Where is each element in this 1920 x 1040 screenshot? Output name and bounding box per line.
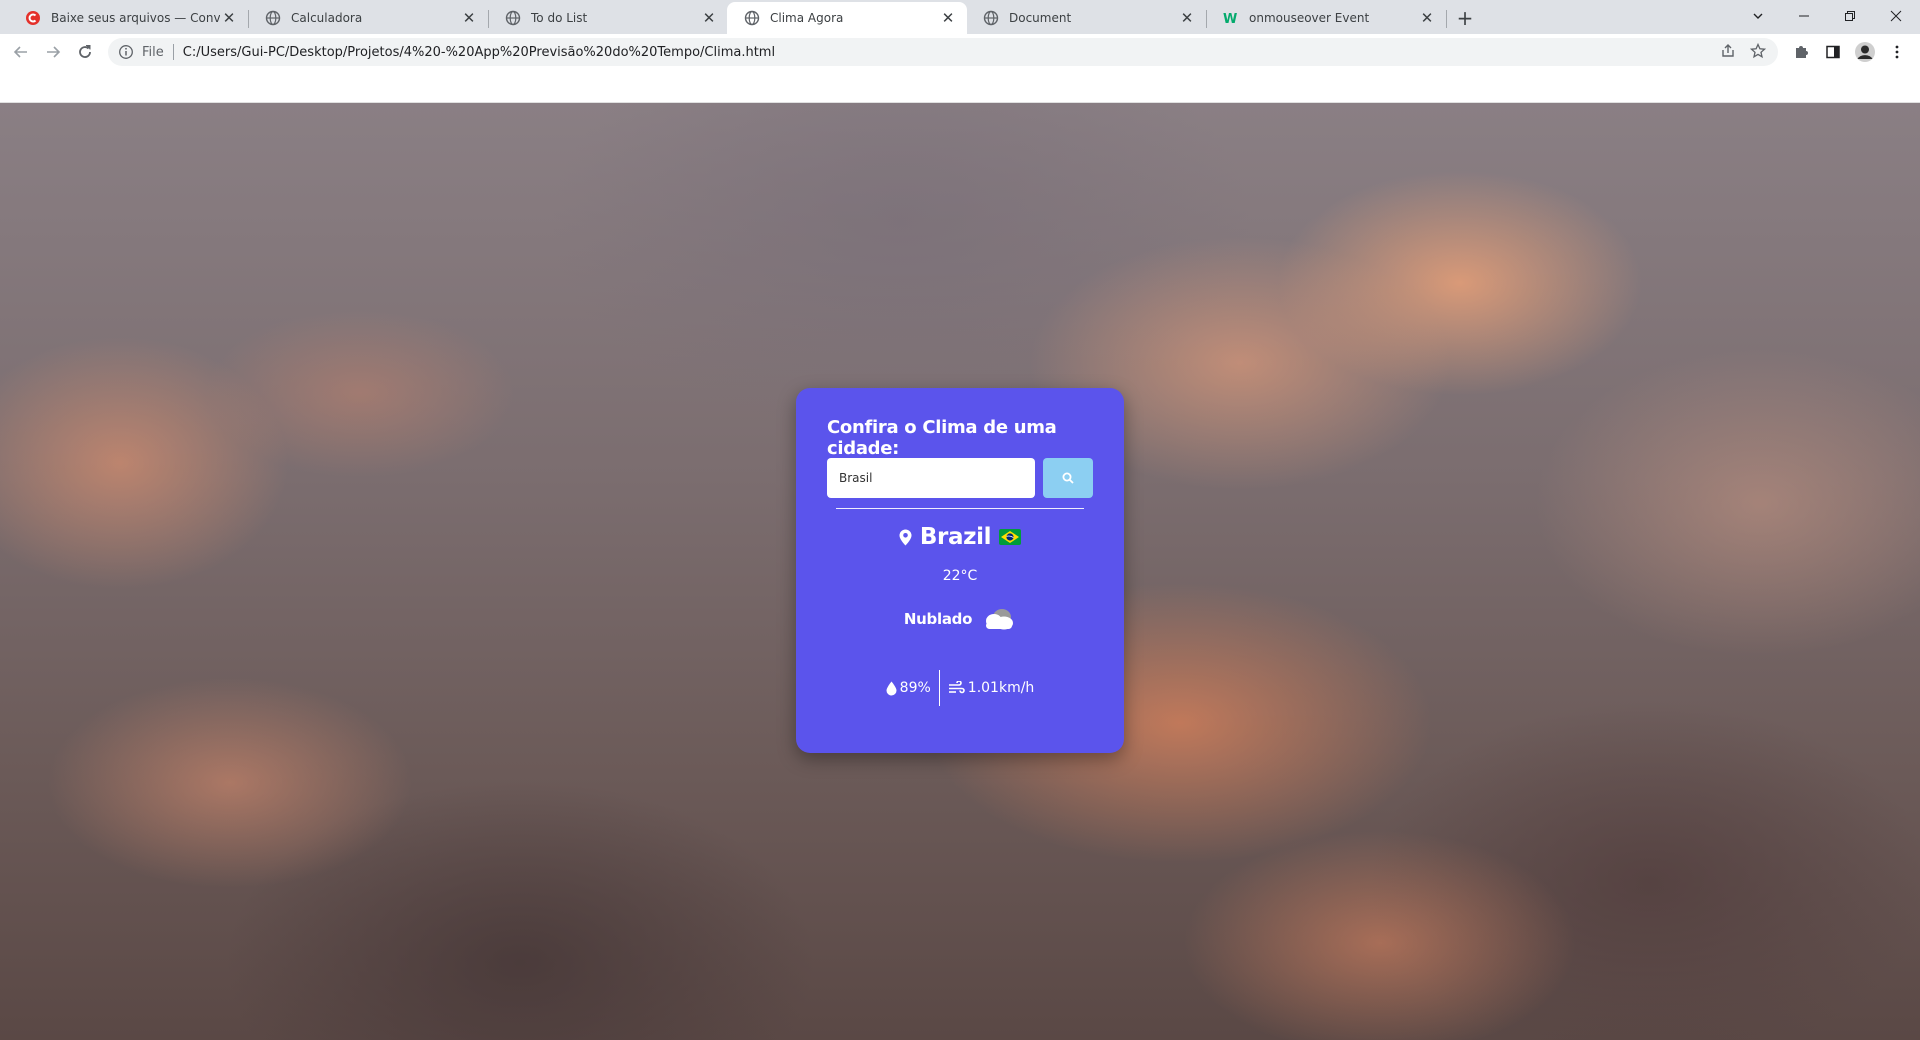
w3schools-icon: W [1223,12,1237,26]
globe-icon [265,10,281,26]
close-icon[interactable]: ✕ [220,9,238,27]
tab-title: Document [1009,11,1072,25]
city-row: Brazil [796,524,1124,550]
kebab-menu-icon [1895,45,1899,59]
scheme-label: File [142,44,164,60]
globe-icon [983,10,999,26]
address-separator [172,44,174,60]
extensions-button[interactable] [1788,39,1814,65]
brazil-flag-icon [999,529,1022,545]
sky-background: Confira o Clima de uma cidade: Brazil 22… [0,103,1920,1040]
restore-button[interactable] [1828,0,1872,32]
reload-button[interactable] [72,39,98,65]
tab-title: onmouseover Event [1249,11,1370,25]
new-tab-button[interactable]: + [1452,5,1478,31]
close-icon[interactable]: ✕ [700,9,718,27]
browser-toolbar: File C:/Users/Gui-PC/Desktop/Projetos/4%… [0,34,1920,70]
city-name: Brazil [919,524,992,550]
water-drop-icon [886,681,897,695]
weather-card: Confira o Clima de uma cidade: Brazil 22… [796,388,1124,753]
chevron-down-icon [1753,13,1763,19]
humidity-value: 89% [899,680,931,696]
tab-search-button[interactable] [1736,0,1780,32]
tab-separator [1446,10,1447,28]
url-text[interactable]: C:/Users/Gui-PC/Desktop/Projetos/4%20-%2… [183,45,775,60]
arrow-right-icon [47,46,61,58]
back-button[interactable] [8,39,34,65]
city-search-input[interactable] [827,458,1035,498]
humidity: 89% [878,680,939,696]
globe-icon [505,10,521,26]
side-panel-button[interactable] [1820,39,1846,65]
restore-icon [1845,11,1855,21]
close-icon[interactable]: ✕ [939,9,957,27]
close-icon[interactable]: ✕ [1418,9,1436,27]
side-panel-icon [1826,45,1840,59]
forward-button[interactable] [40,39,66,65]
description-row: Nublado [796,606,1124,632]
tab-title: Baixe seus arquivos — Convertio [51,11,220,25]
search-icon [1062,472,1074,484]
menu-button[interactable] [1884,39,1910,65]
svg-text:W: W [1223,12,1237,26]
reload-icon [79,45,91,58]
avatar [1855,42,1875,62]
info-icon[interactable] [118,44,134,60]
weather-description: Nublado [903,610,973,628]
tab-title: Clima Agora [770,11,844,25]
page-top-bar [0,70,1920,103]
close-icon[interactable]: ✕ [1178,9,1196,27]
temperature: 22°C [942,568,978,584]
minimize-icon [1799,15,1809,17]
tab-document[interactable]: Document ✕ [966,2,1207,34]
star-icon[interactable] [1750,43,1766,59]
wind: 1.01km/h [940,680,1043,696]
close-window-button[interactable] [1874,0,1918,32]
globe-icon [744,10,760,26]
tab-strip: Baixe seus arquivos — Convertio ✕ Calcul… [0,0,1920,34]
tab-calculadora[interactable]: Calculadora ✕ [248,2,489,34]
tab-title: Calculadora [291,11,363,25]
arrow-left-icon [13,46,27,58]
share-icon[interactable] [1720,43,1736,59]
address-bar[interactable]: File C:/Users/Gui-PC/Desktop/Projetos/4%… [108,38,1778,66]
tab-to-do-list[interactable]: To do List ✕ [488,2,728,34]
tab-convertio[interactable]: Baixe seus arquivos — Convertio ✕ [8,2,249,34]
tab-clima-agora[interactable]: Clima Agora ✕ [727,2,967,34]
convertio-icon [26,11,40,25]
wind-icon [948,681,965,694]
close-icon [1890,10,1902,22]
weather-details: 89% 1.01km/h [796,670,1124,706]
puzzle-icon [1796,46,1808,58]
tab-onmouseover-event[interactable]: W onmouseover Event ✕ [1206,2,1447,34]
cloud-icon [986,609,1014,630]
tab-title: To do List [531,11,588,25]
location-pin-icon [899,529,912,545]
search-button[interactable] [1043,458,1093,498]
card-divider [836,508,1084,509]
wind-value: 1.01km/h [967,680,1035,696]
minimize-button[interactable] [1782,0,1826,32]
profile-button[interactable] [1852,39,1878,65]
close-icon[interactable]: ✕ [460,9,478,27]
card-title: Confira o Clima de uma cidade: [827,417,1057,459]
